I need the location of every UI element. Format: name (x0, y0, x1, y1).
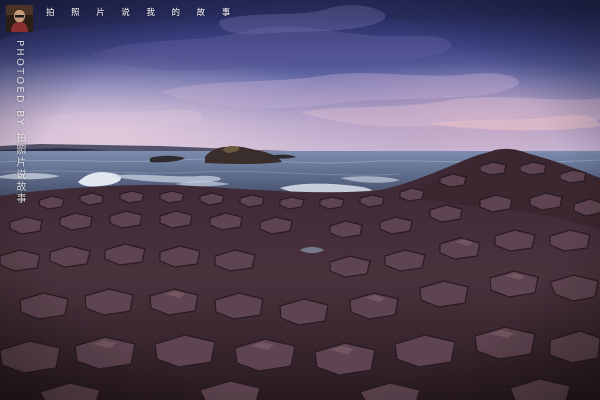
photo-frame: 拍照片说我的故事 PHOTOED BY 拍照片说故事 (0, 0, 600, 400)
photographer-avatar-icon (6, 5, 33, 32)
photo-caption: 拍照片说我的故事 (46, 8, 247, 18)
photo-credit: PHOTOED BY 拍照片说故事 (14, 40, 25, 206)
coastal-landscape-photo (0, 0, 600, 400)
